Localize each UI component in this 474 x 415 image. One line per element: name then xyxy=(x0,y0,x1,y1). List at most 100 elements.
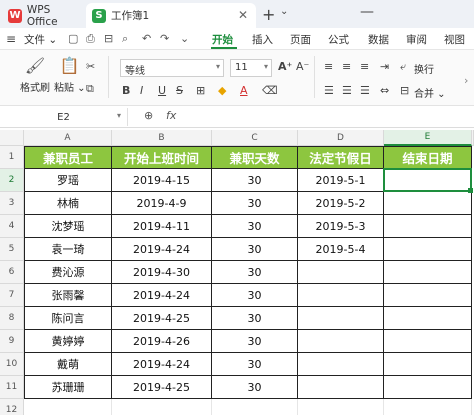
table-cell[interactable]: 2019-4-25 xyxy=(112,307,212,330)
align-center-icon[interactable]: ☰ xyxy=(342,84,352,97)
table-cell[interactable]: 2019-5-4 xyxy=(298,238,384,261)
table-header-cell[interactable]: 结束日期 xyxy=(384,146,472,169)
table-cell[interactable]: 2019-5-1 xyxy=(298,169,384,192)
strikethrough-button[interactable]: S xyxy=(176,84,183,97)
table-cell[interactable]: 2019-4-15 xyxy=(112,169,212,192)
print-icon[interactable]: ⊟ xyxy=(104,32,113,45)
table-cell[interactable]: 30 xyxy=(212,307,298,330)
table-cell[interactable]: 30 xyxy=(212,192,298,215)
clear-format-icon[interactable]: ⌫ xyxy=(262,84,278,97)
table-cell[interactable]: 袁一琦 xyxy=(24,238,112,261)
align-right-icon[interactable]: ☰ xyxy=(360,84,370,97)
row-header[interactable]: 10 xyxy=(0,353,24,376)
row-header[interactable]: 9 xyxy=(0,330,24,353)
table-cell[interactable] xyxy=(384,284,472,307)
table-cell[interactable]: 戴萌 xyxy=(24,353,112,376)
table-cell[interactable]: 罗瑶 xyxy=(24,169,112,192)
table-cell[interactable] xyxy=(384,192,472,215)
row-header[interactable]: 1 xyxy=(0,146,24,169)
tab-review[interactable]: 审阅 xyxy=(406,32,427,47)
table-cell[interactable]: 陈问言 xyxy=(24,307,112,330)
table-header-cell[interactable]: 兼职天数 xyxy=(212,146,298,169)
fill-color-icon[interactable]: ◆ xyxy=(218,84,226,97)
table-cell[interactable]: 30 xyxy=(212,238,298,261)
hamburger-icon[interactable]: ≡ xyxy=(6,32,16,46)
format-painter-button[interactable]: 🖌 格式刷 xyxy=(20,56,50,94)
row-header[interactable]: 8 xyxy=(0,307,24,330)
table-cell[interactable]: 2019-5-3 xyxy=(298,215,384,238)
table-cell[interactable]: 30 xyxy=(212,353,298,376)
tab-insert[interactable]: 插入 xyxy=(252,32,273,47)
tab-formulas[interactable]: 公式 xyxy=(328,32,349,47)
tab-wps-office[interactable]: W WPS Office xyxy=(2,3,84,28)
table-cell[interactable] xyxy=(384,238,472,261)
font-color-button[interactable]: A xyxy=(240,84,248,97)
border-icon[interactable]: ⊞ xyxy=(196,84,205,97)
table-cell[interactable] xyxy=(384,330,472,353)
empty-cell[interactable] xyxy=(384,399,472,415)
table-cell[interactable] xyxy=(384,215,472,238)
name-box[interactable]: E2 ▾ xyxy=(0,108,128,126)
column-header[interactable]: E xyxy=(384,130,472,146)
new-tab-button[interactable]: + xyxy=(262,5,275,24)
align-top-icon[interactable]: ≡ xyxy=(324,60,333,73)
column-header[interactable]: A xyxy=(24,130,112,146)
row-header[interactable]: 3 xyxy=(0,192,24,215)
table-cell[interactable]: 2019-5-2 xyxy=(298,192,384,215)
table-cell[interactable]: 2019-4-25 xyxy=(112,376,212,399)
table-cell[interactable]: 张雨馨 xyxy=(24,284,112,307)
table-cell[interactable]: 30 xyxy=(212,169,298,192)
table-cell[interactable] xyxy=(298,376,384,399)
copy-icon[interactable]: ⧉ xyxy=(86,82,94,96)
merge-cells-icon[interactable]: ⊟ xyxy=(400,84,409,97)
select-all-corner[interactable] xyxy=(0,130,24,146)
table-cell[interactable] xyxy=(298,261,384,284)
increase-font-icon[interactable]: A⁺ xyxy=(278,60,292,73)
table-cell[interactable] xyxy=(298,307,384,330)
row-header[interactable]: 5 xyxy=(0,238,24,261)
align-bottom-icon[interactable]: ≡ xyxy=(360,60,369,73)
new-doc-icon[interactable]: ▢ xyxy=(68,32,78,45)
font-name-select[interactable]: 等线 ▾ xyxy=(120,59,224,77)
row-header[interactable]: 7 xyxy=(0,284,24,307)
table-cell[interactable]: 2019-4-30 xyxy=(112,261,212,284)
table-cell[interactable]: 30 xyxy=(212,284,298,307)
table-cell[interactable]: 2019-4-24 xyxy=(112,353,212,376)
table-cell[interactable] xyxy=(298,330,384,353)
table-cell[interactable] xyxy=(298,353,384,376)
tab-home[interactable]: 开始 xyxy=(212,32,233,47)
table-cell[interactable]: 费沁源 xyxy=(24,261,112,284)
table-cell[interactable]: 沈梦瑶 xyxy=(24,215,112,238)
table-cell[interactable]: 30 xyxy=(212,330,298,353)
table-cell[interactable]: 2019-4-11 xyxy=(112,215,212,238)
customize-chevron-icon[interactable]: ⌄ xyxy=(180,32,189,45)
bold-button[interactable]: B xyxy=(122,84,130,97)
empty-cell[interactable] xyxy=(112,399,212,415)
row-header[interactable]: 2 xyxy=(0,169,24,192)
table-cell[interactable]: 林楠 xyxy=(24,192,112,215)
table-cell[interactable] xyxy=(384,169,472,192)
row-header[interactable]: 12 xyxy=(0,399,24,415)
wrap-text-icon[interactable]: ⤶ xyxy=(400,60,406,74)
empty-cell[interactable] xyxy=(212,399,298,415)
table-cell[interactable] xyxy=(384,261,472,284)
column-header[interactable]: B xyxy=(112,130,212,146)
table-cell[interactable] xyxy=(298,284,384,307)
distribute-icon[interactable]: ⇔ xyxy=(380,84,389,97)
empty-cell[interactable] xyxy=(298,399,384,415)
undo-icon[interactable]: ↶ xyxy=(142,32,151,45)
redo-icon[interactable]: ↷ xyxy=(160,32,169,45)
table-cell[interactable]: 黄婷婷 xyxy=(24,330,112,353)
wrap-text-button[interactable]: 换行 xyxy=(414,61,434,76)
file-menu[interactable]: 文件 ⌄ xyxy=(24,32,57,47)
table-cell[interactable] xyxy=(384,307,472,330)
tab-page[interactable]: 页面 xyxy=(290,32,311,47)
row-header[interactable]: 4 xyxy=(0,215,24,238)
table-cell[interactable]: 2019-4-24 xyxy=(112,238,212,261)
merge-cells-button[interactable]: 合并 ⌄ xyxy=(414,85,446,100)
tab-workbook[interactable]: S 工作簿1 ✕ xyxy=(86,3,256,28)
align-middle-icon[interactable]: ≡ xyxy=(342,60,351,73)
ribbon-scroll-icon[interactable]: › xyxy=(464,74,468,87)
table-cell[interactable]: 2019-4-9 xyxy=(112,192,212,215)
paste-button[interactable]: 📋 粘贴 ⌄ xyxy=(54,56,86,94)
